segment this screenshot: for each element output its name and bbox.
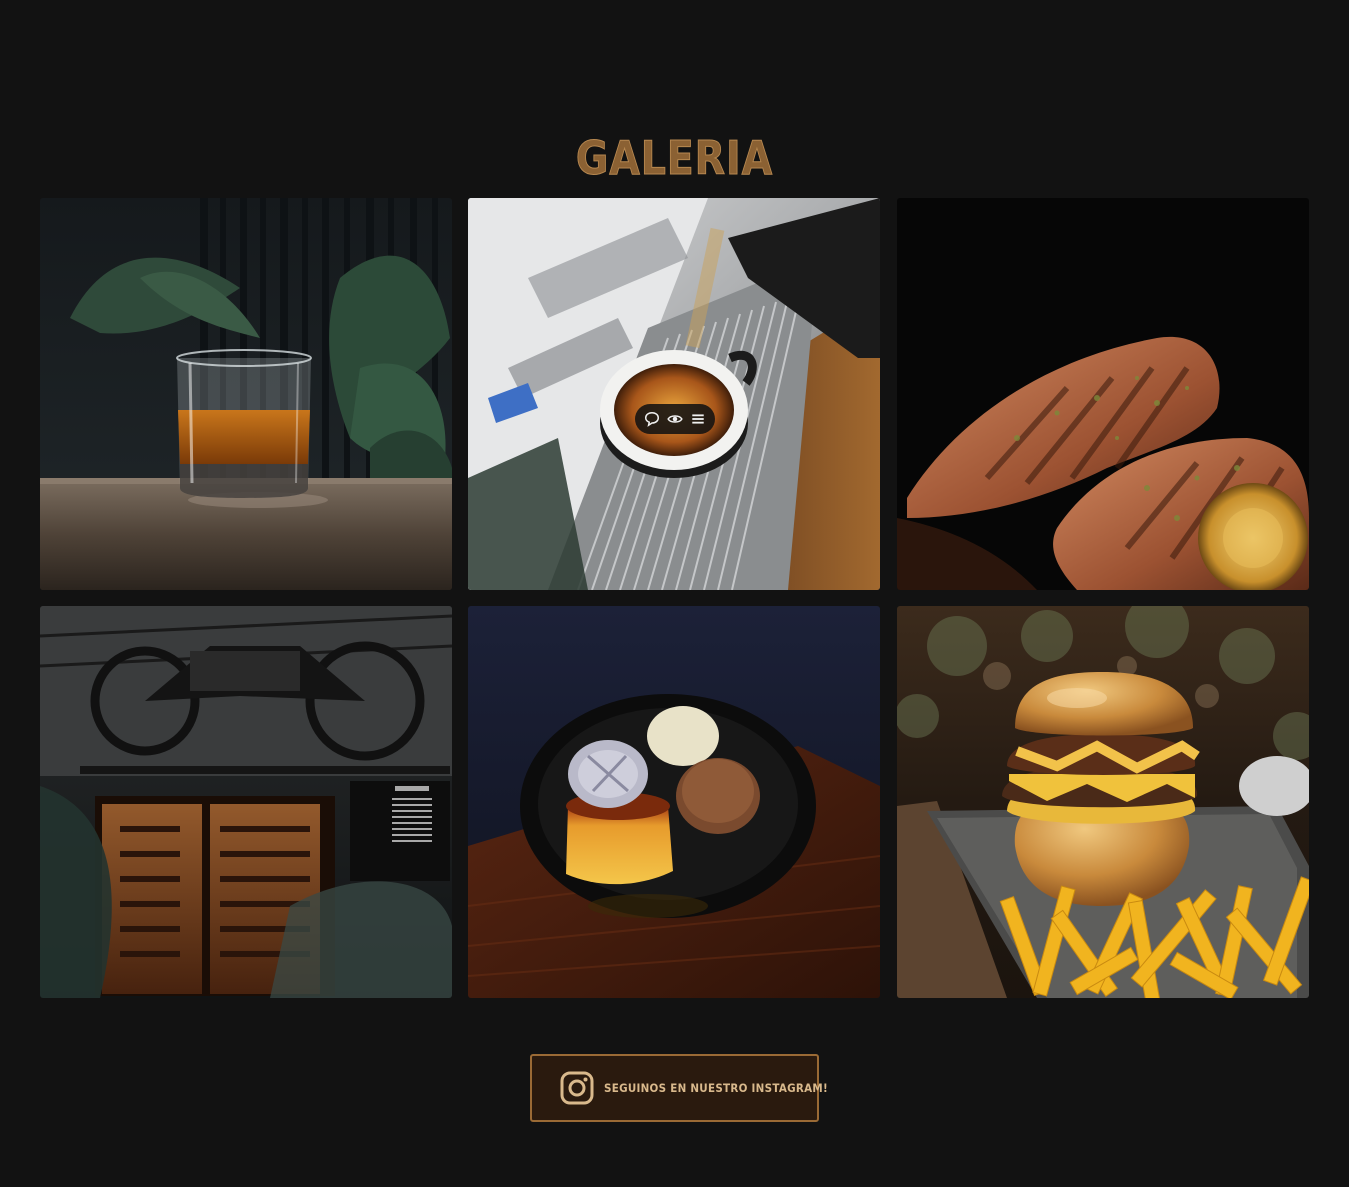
menu-icon[interactable] (690, 411, 706, 427)
instagram-icon (560, 1071, 594, 1105)
gallery-title: GALERIA (575, 130, 774, 185)
image-overlay-toolbar (635, 404, 715, 434)
eye-icon[interactable] (667, 411, 683, 427)
whisky-glass-photo (40, 198, 452, 590)
gallery-image-whisky[interactable] (40, 198, 452, 590)
instagram-button[interactable]: SEGUINOS EN NUESTRO INSTAGRAM! (530, 1054, 828, 1122)
gallery-image-dessert[interactable] (468, 606, 880, 998)
burger-and-fries-photo (897, 606, 1309, 998)
gallery-image-espresso[interactable] (468, 198, 880, 590)
grilled-salmon-photo (897, 198, 1309, 590)
flan-ice-cream-dessert-photo (468, 606, 880, 998)
gallery-image-salmon[interactable] (897, 198, 1309, 590)
gallery-image-burger[interactable] (897, 606, 1309, 998)
wine-cellar-motorcycle-photo (40, 606, 452, 998)
instagram-button-label: SEGUINOS EN NUESTRO INSTAGRAM! (604, 1081, 828, 1095)
comment-icon[interactable] (644, 411, 660, 427)
gallery-image-cellar[interactable] (40, 606, 452, 998)
